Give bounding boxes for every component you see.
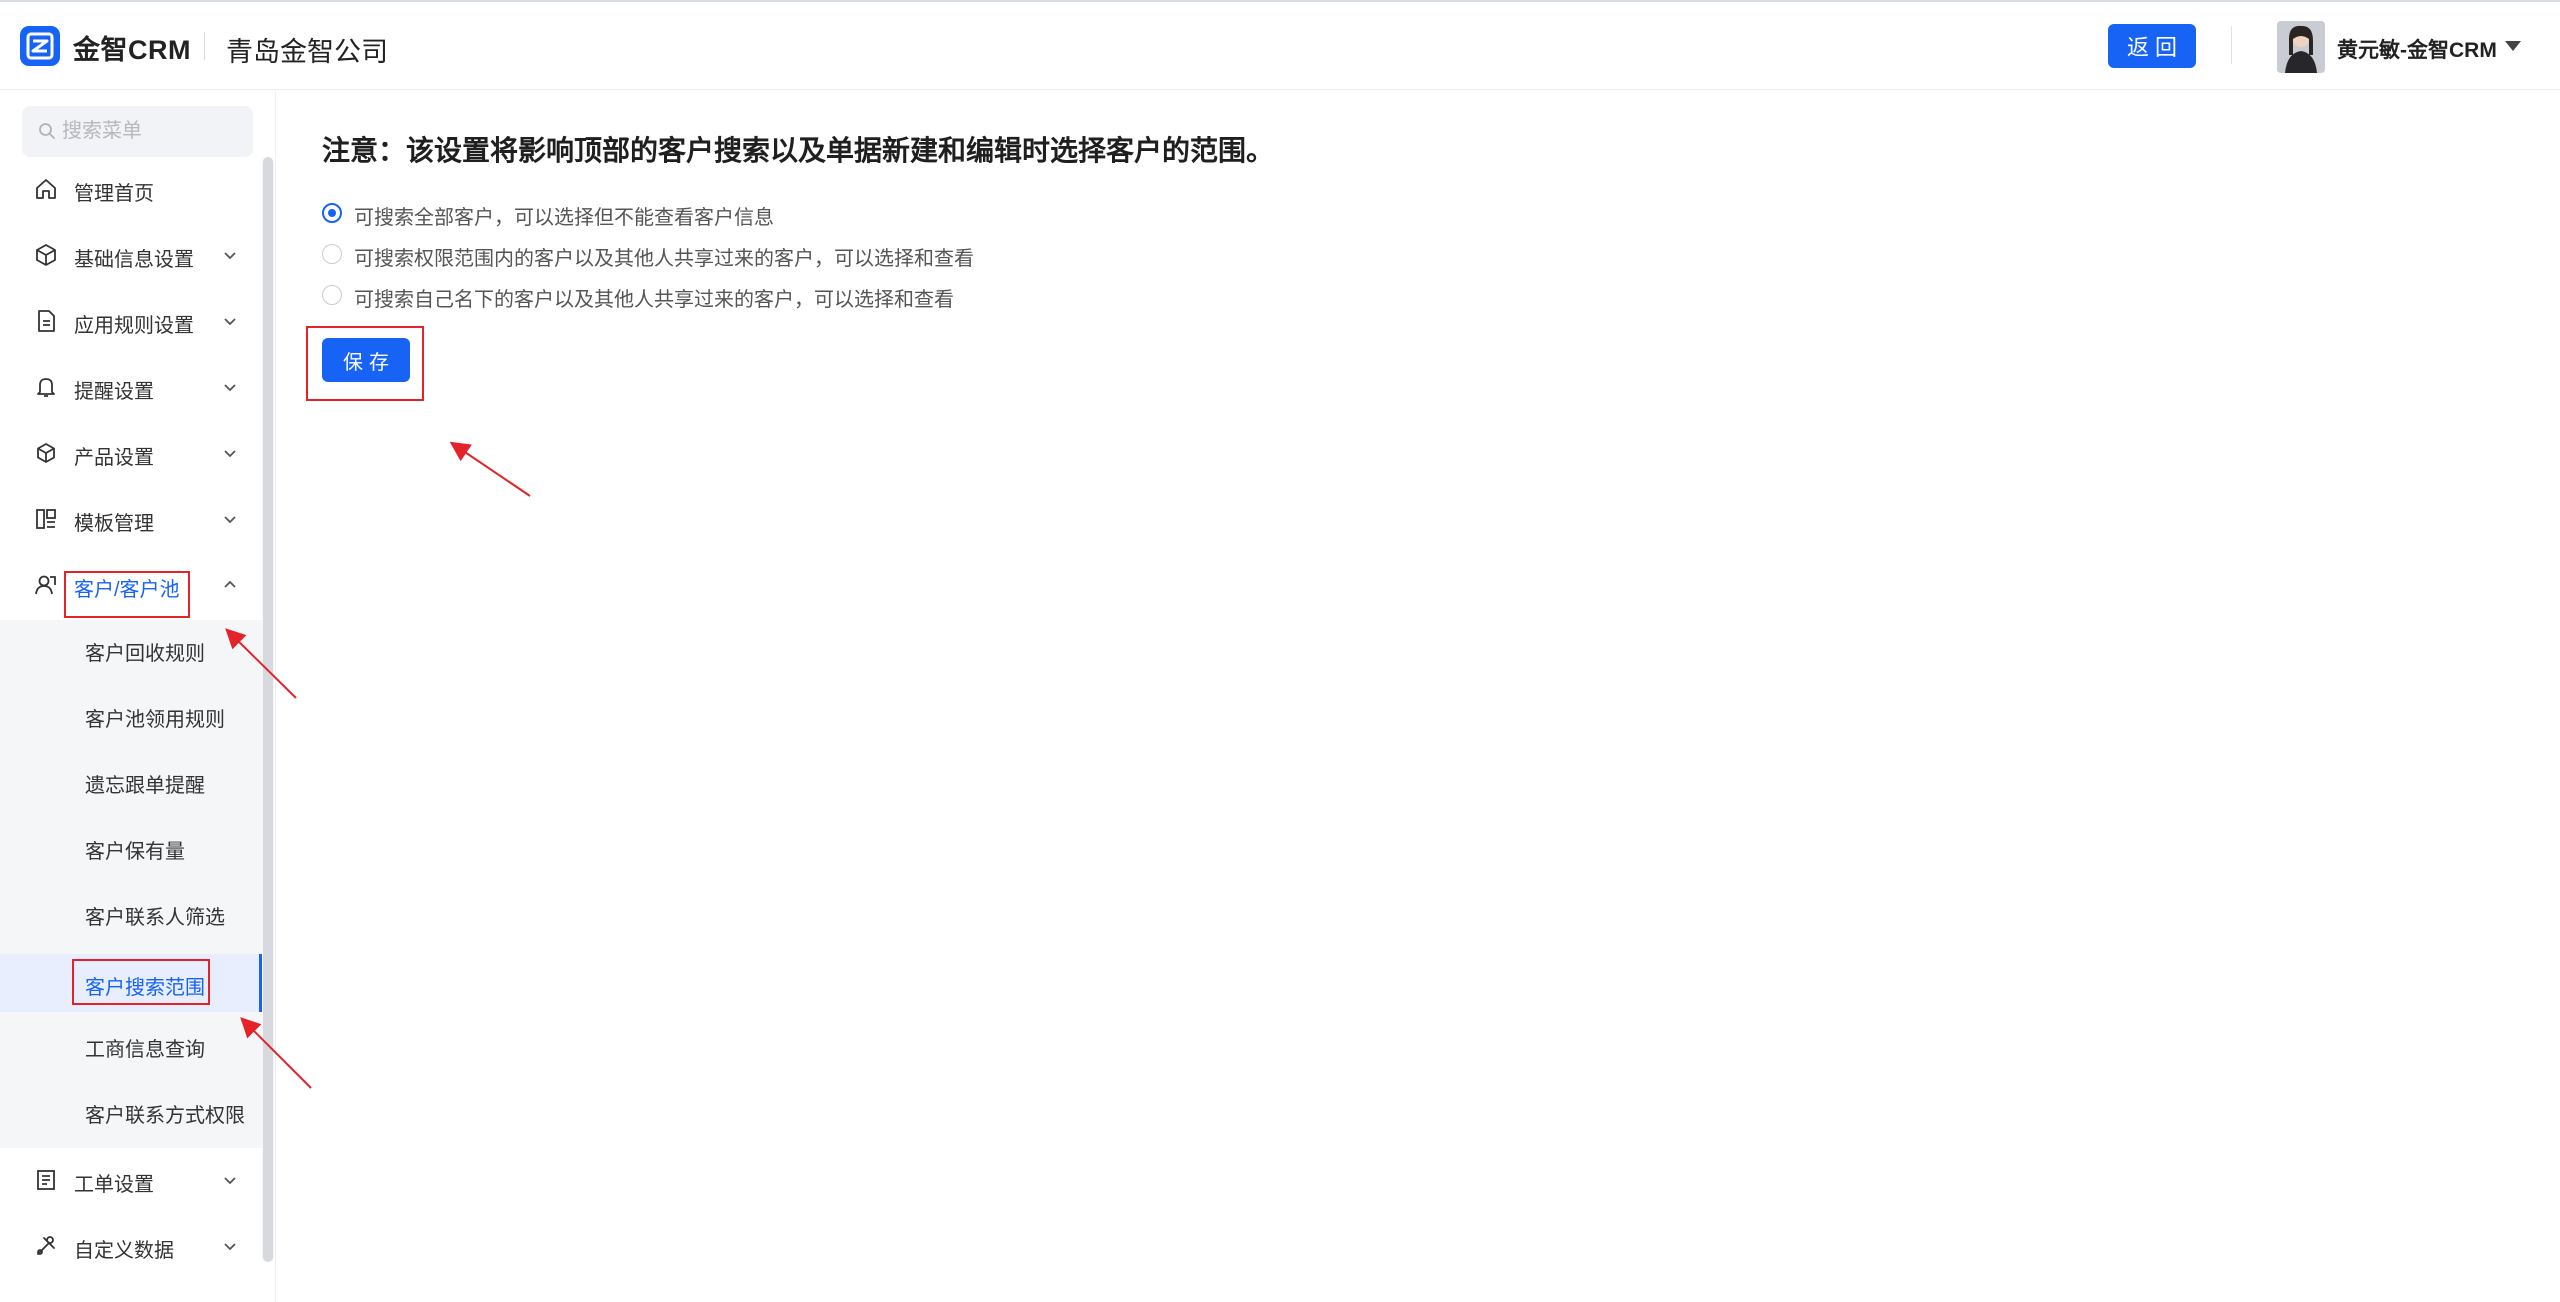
radio-button[interactable]: [322, 244, 342, 264]
submenu-item-label: 客户池领用规则: [85, 709, 225, 731]
sidebar-item-label: 产品设置: [74, 447, 154, 469]
company-name: 青岛金智公司: [226, 37, 388, 67]
sidebar-item-basic-info[interactable]: 基础信息设置: [0, 223, 256, 289]
tools-icon: [37, 1236, 55, 1255]
sidebar-item-home[interactable]: 管理首页: [0, 157, 256, 223]
radio-button[interactable]: [322, 203, 342, 223]
radio-label[interactable]: 可搜索自己名下的客户以及其他人共享过来的客户，可以选择和查看: [354, 283, 954, 312]
sidebar-item-label: 模板管理: [74, 513, 154, 535]
chevron-down-icon: [224, 384, 236, 392]
sidebar-item-workorder[interactable]: 工单设置: [0, 1148, 256, 1214]
chevron-up-icon: [224, 580, 236, 588]
sidebar-item-label: 提醒设置: [74, 381, 154, 403]
submenu-item-label: 客户联系人筛选: [85, 907, 225, 929]
sidebar-item-label: 应用规则设置: [74, 315, 194, 337]
chevron-down-icon: [224, 318, 236, 326]
search-box[interactable]: [22, 106, 253, 157]
chevron-down-icon: [224, 450, 236, 458]
caret-down-icon[interactable]: [2505, 41, 2521, 51]
divider: [204, 32, 205, 60]
submenu-item-followup-reminder[interactable]: 遗忘跟单提醒: [0, 752, 262, 810]
submenu-item-contact-permission[interactable]: 客户联系方式权限: [0, 1082, 262, 1140]
brand-name: 金智CRM: [73, 35, 191, 65]
sidebar: 管理首页 基础信息设置 应用规则设置 提醒设置: [0, 91, 276, 1302]
chevron-down-icon: [224, 1177, 236, 1185]
back-button[interactable]: 返回: [2108, 24, 2196, 68]
chevron-down-icon: [224, 1243, 236, 1251]
submenu-item-label: 工商信息查询: [85, 1039, 205, 1061]
sidebar-item-custom-data[interactable]: 自定义数据: [0, 1214, 256, 1280]
radio-label[interactable]: 可搜索权限范围内的客户以及其他人共享过来的客户，可以选择和查看: [354, 242, 974, 271]
cube-icon: [36, 244, 56, 266]
logo-icon: [20, 26, 60, 66]
sidebar-item-template[interactable]: 模板管理: [0, 487, 256, 553]
sidebar-item-label: 自定义数据: [74, 1240, 174, 1262]
submenu-item-label: 遗忘跟单提醒: [85, 775, 205, 797]
template-icon: [36, 509, 56, 529]
radio-label[interactable]: 可搜索全部客户，可以选择但不能查看客户信息: [354, 201, 774, 230]
user-name[interactable]: 黄元敏-金智CRM: [2337, 34, 2497, 64]
submenu-item-label: 客户保有量: [85, 841, 185, 863]
home-icon: [36, 179, 56, 199]
sidebar-item-reminder[interactable]: 提醒设置: [0, 355, 256, 421]
divider: [2231, 26, 2232, 64]
annotation-box: [72, 959, 210, 1005]
scrollbar-thumb[interactable]: [263, 157, 273, 1262]
chevron-down-icon: [224, 252, 236, 260]
annotation-box: [64, 571, 190, 618]
sidebar-item-app-rules[interactable]: 应用规则设置: [0, 289, 256, 355]
main-content: 注意：该设置将影响顶部的客户搜索以及单据新建和编辑时选择客户的范围。 可搜索全部…: [310, 91, 2550, 1302]
sidebar-item-label: 工单设置: [74, 1174, 154, 1196]
customer-icon: [35, 575, 56, 595]
avatar[interactable]: [2277, 21, 2325, 73]
annotation-box: [306, 326, 424, 401]
chevron-down-icon: [224, 516, 236, 524]
workorder-icon: [37, 1170, 55, 1190]
document-icon: [38, 310, 55, 332]
search-input[interactable]: [62, 106, 248, 157]
sidebar-item-label: 管理首页: [74, 183, 154, 205]
bell-icon: [37, 378, 55, 397]
submenu-item-label: 客户回收规则: [85, 643, 205, 665]
sidebar-item-product[interactable]: 产品设置: [0, 421, 256, 487]
radio-button[interactable]: [322, 285, 342, 305]
submenu-item-pool-rules[interactable]: 客户池领用规则: [0, 686, 262, 744]
submenu-item-recycle-rules[interactable]: 客户回收规则: [0, 620, 262, 678]
search-icon: [39, 123, 55, 139]
submenu-item-contact-filter[interactable]: 客户联系人筛选: [0, 884, 262, 942]
submenu-item-business-info[interactable]: 工商信息查询: [0, 1016, 262, 1074]
box-icon: [37, 443, 55, 463]
sidebar-item-label: 基础信息设置: [74, 249, 194, 271]
submenu-item-retention[interactable]: 客户保有量: [0, 818, 262, 876]
top-bar: 金智CRM 青岛金智公司 返回 黄元敏-金智CRM: [0, 0, 2560, 90]
submenu-item-label: 客户联系方式权限: [85, 1105, 245, 1127]
notice-text: 注意：该设置将影响顶部的客户搜索以及单据新建和编辑时选择客户的范围。: [322, 135, 1275, 166]
